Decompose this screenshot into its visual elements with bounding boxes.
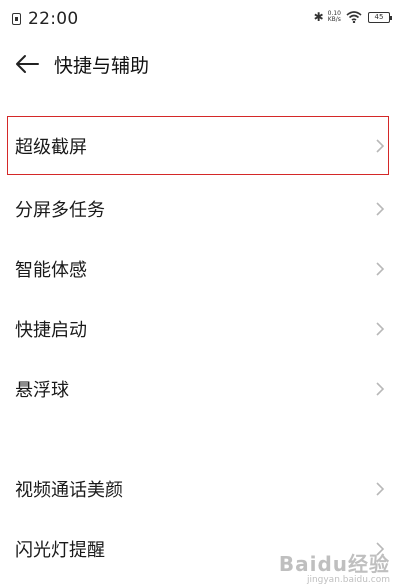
page-header: 快捷与辅助 bbox=[0, 44, 400, 84]
status-bar-left: 22:00 bbox=[12, 9, 79, 29]
chevron-right-icon bbox=[376, 322, 385, 336]
net-speed-unit: KB/s bbox=[327, 16, 341, 23]
chevron-right-icon bbox=[376, 202, 385, 216]
back-arrow-icon[interactable] bbox=[14, 52, 40, 76]
bluetooth-icon: ✱ bbox=[313, 10, 324, 24]
status-time: 22:00 bbox=[28, 9, 79, 29]
chevron-right-icon bbox=[376, 262, 385, 276]
chevron-right-icon bbox=[376, 382, 385, 396]
list-item-super-screenshot[interactable]: 超级截屏 bbox=[0, 116, 400, 176]
status-bar-right: ✱ 0.10 KB/s 45 bbox=[313, 10, 392, 24]
wifi-icon bbox=[346, 11, 362, 23]
baidu-watermark: Baidu经验 jingyan.baidu.com bbox=[279, 548, 390, 585]
list-item-floating-ball[interactable]: 悬浮球 bbox=[0, 359, 400, 419]
chevron-right-icon bbox=[376, 139, 385, 153]
sim-icon bbox=[12, 13, 21, 25]
list-item-label: 快捷启动 bbox=[15, 320, 87, 341]
list-item-label: 分屏多任务 bbox=[15, 200, 105, 221]
page-title: 快捷与辅助 bbox=[54, 55, 150, 77]
battery-icon: 45 bbox=[368, 11, 392, 23]
status-bar: 22:00 ✱ 0.10 KB/s 45 bbox=[0, 0, 400, 38]
list-item-video-call-beauty[interactable]: 视频通话美颜 bbox=[0, 459, 400, 519]
list-item-smart-motion[interactable]: 智能体感 bbox=[0, 239, 400, 299]
highlight-box bbox=[7, 116, 389, 175]
list-item-label: 悬浮球 bbox=[15, 380, 69, 401]
chevron-right-icon bbox=[376, 482, 385, 496]
battery-level: 45 bbox=[374, 13, 384, 21]
list-item-label: 闪光灯提醒 bbox=[15, 540, 105, 561]
list-item-label: 智能体感 bbox=[15, 260, 87, 281]
list-item-label: 视频通话美颜 bbox=[15, 480, 123, 501]
list-item-quick-launch[interactable]: 快捷启动 bbox=[0, 299, 400, 359]
list-item-split-screen[interactable]: 分屏多任务 bbox=[0, 179, 400, 239]
watermark-main: Baidu经验 bbox=[278, 552, 390, 576]
network-speed: 0.10 KB/s bbox=[328, 11, 341, 23]
